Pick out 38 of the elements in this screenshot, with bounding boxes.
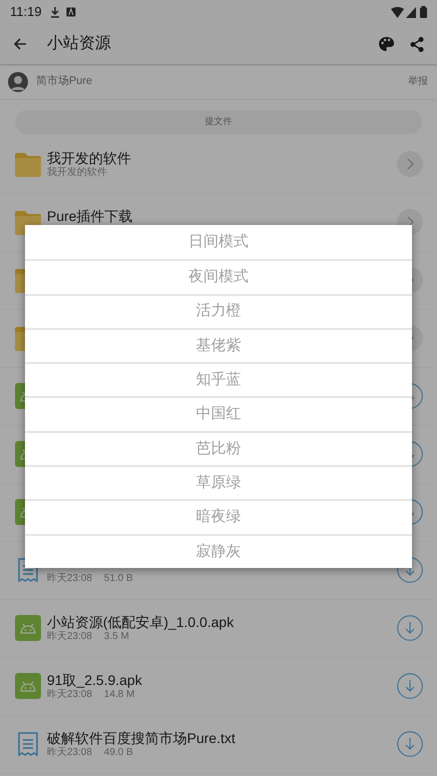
file-size: 51.0 B [104, 572, 133, 585]
theme-option[interactable]: 芭比粉 [25, 430, 412, 466]
file-date: 昨天23:08 [47, 746, 92, 759]
theme-option[interactable]: 活力橙 [25, 294, 412, 328]
file-title: 破解软件百度搜简市场Pure.txt [47, 730, 236, 746]
file-date: 昨天23:08 [47, 688, 92, 701]
back-icon[interactable] [13, 37, 27, 51]
author-name[interactable]: 简市场Pure [36, 73, 92, 90]
file-size: 14.8 M [104, 688, 135, 701]
share-icon[interactable] [410, 36, 424, 52]
signal-icon [406, 6, 416, 18]
download-icon [50, 6, 60, 18]
theme-option[interactable]: 中国红 [25, 396, 412, 431]
status-time: 11:19 [10, 3, 42, 22]
theme-option[interactable]: 基佬紫 [25, 328, 412, 362]
wifi-icon [391, 6, 404, 18]
theme-option[interactable]: 日间模式 [25, 225, 412, 260]
palette-icon[interactable] [379, 37, 394, 51]
theme-option[interactable]: 草原绿 [25, 465, 412, 500]
theme-option[interactable]: 夜间模式 [25, 259, 412, 294]
notification-icon [66, 7, 76, 17]
file-title: 小站资源(低配安卓)_1.0.0.apk [47, 614, 235, 630]
file-title: 我开发的软件 [47, 150, 132, 166]
file-date: 昨天23:08 [47, 630, 92, 643]
file-subtitle: 我开发的软件 [47, 166, 108, 179]
theme-option[interactable]: 知乎蓝 [25, 362, 412, 396]
file-date: 昨天23:08 [47, 572, 92, 585]
file-title: 91取_2.5.9.apk [47, 672, 143, 688]
avatar [8, 72, 28, 92]
file-title: Pure插件下载 [47, 208, 134, 224]
report-link[interactable]: 举报 [408, 74, 428, 89]
theme-option[interactable]: 暗夜绿 [25, 499, 412, 534]
theme-option[interactable]: 寂静灰 [25, 534, 412, 568]
file-size: 49.0 B [104, 746, 133, 759]
toolbar-title: 小站资源 [47, 34, 111, 54]
file-size: 3.5 M [104, 630, 130, 643]
battery-icon [420, 6, 427, 18]
upload-button[interactable]: 提文件 [15, 110, 422, 134]
